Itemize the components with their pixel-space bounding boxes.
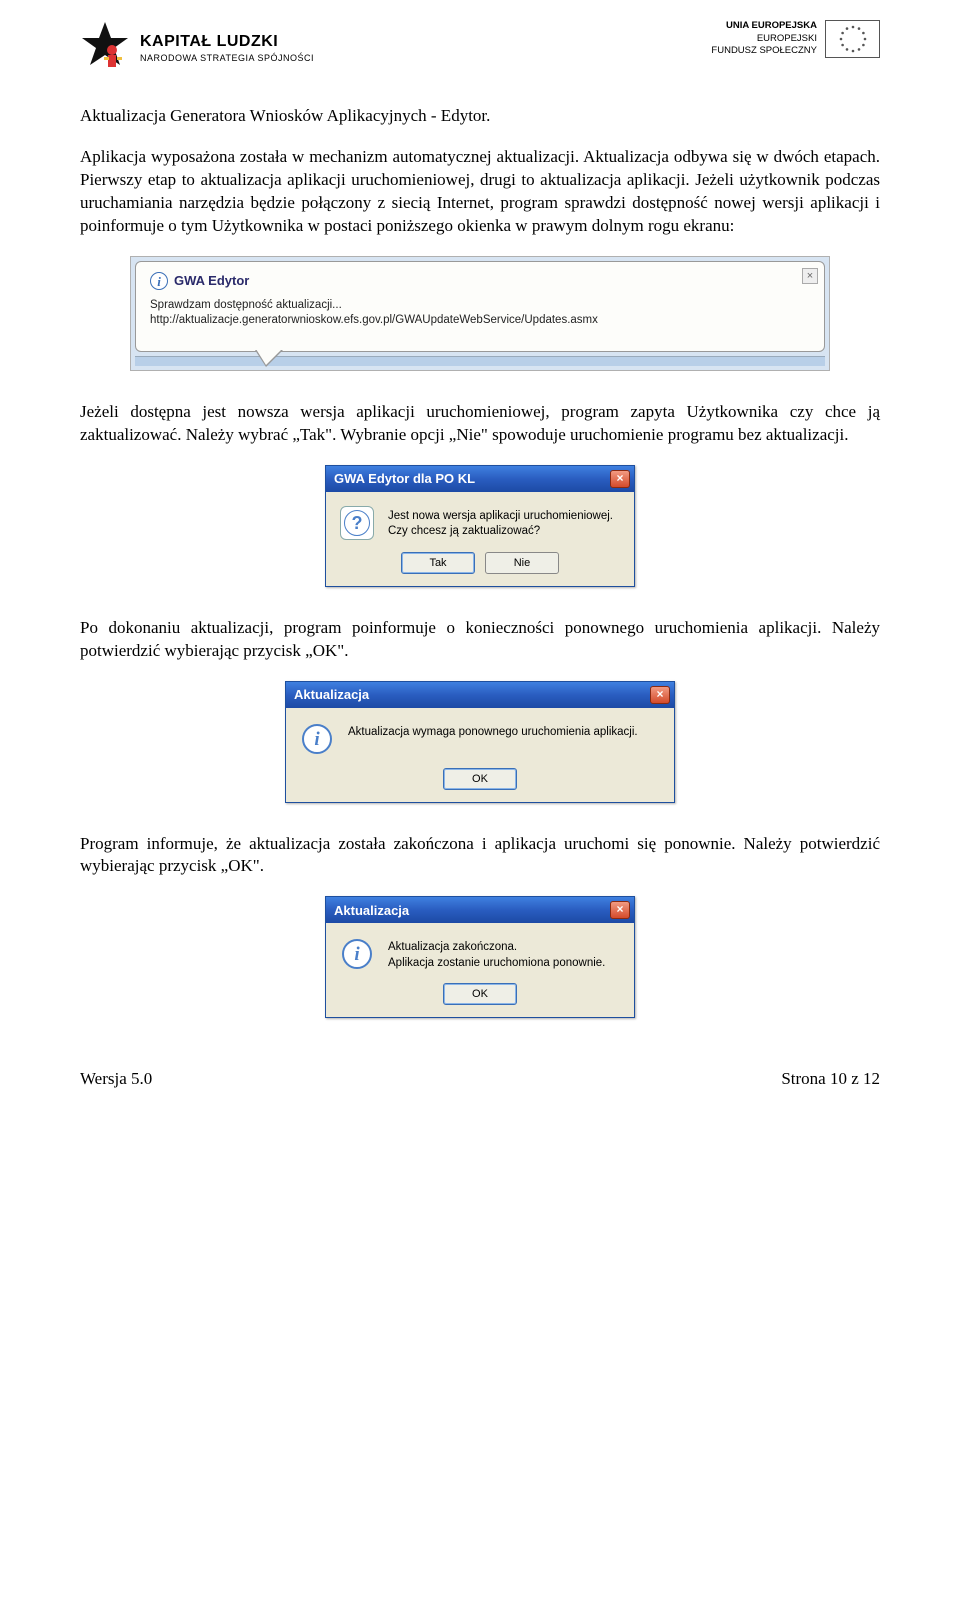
dialog-text: Aktualizacja wymaga ponownego uruchomien…	[348, 722, 638, 741]
eu-line1: UNIA EUROPEJSKA	[711, 20, 817, 32]
update-complete-dialog: Aktualizacja × i Aktualizacja zakończona…	[325, 896, 635, 1018]
notification-body: Sprawdzam dostępność aktualizacji... htt…	[150, 298, 810, 329]
dialog-title: Aktualizacja	[294, 686, 369, 704]
paragraph-1: Aplikacja wyposażona została w mechanizm…	[80, 146, 880, 238]
no-button[interactable]: Nie	[485, 552, 559, 574]
info-icon: i	[300, 722, 334, 756]
eu-line3: FUNDUSZ SPOŁECZNY	[711, 45, 817, 57]
logo-eu: UNIA EUROPEJSKA EUROPEJSKI FUNDUSZ SPOŁE…	[711, 20, 880, 58]
dialog-title: Aktualizacja	[334, 902, 409, 920]
ok-button[interactable]: OK	[443, 983, 517, 1005]
logo-left-title: KAPITAŁ LUDZKI	[140, 31, 314, 53]
close-icon[interactable]: ×	[610, 470, 630, 488]
dialog-text: Jest nowa wersja aplikacji uruchomieniow…	[388, 506, 613, 540]
update-confirm-dialog: GWA Edytor dla PO KL × ? Jest nowa wersj…	[325, 465, 635, 587]
page-header: KAPITAŁ LUDZKI NARODOWA STRATEGIA SPÓJNO…	[80, 20, 880, 75]
page-footer: Wersja 5.0 Strona 10 z 12	[80, 1068, 880, 1091]
star-person-icon	[80, 20, 130, 75]
paragraph-4: Program informuje, że aktualizacja zosta…	[80, 833, 880, 879]
dialog-title: GWA Edytor dla PO KL	[334, 470, 475, 488]
info-icon: i	[340, 937, 374, 971]
footer-page: Strona 10 z 12	[781, 1068, 880, 1091]
paragraph-3: Po dokonaniu aktualizacji, program poinf…	[80, 617, 880, 663]
yes-button[interactable]: Tak	[401, 552, 475, 574]
ok-button[interactable]: OK	[443, 768, 517, 790]
close-icon[interactable]: ×	[802, 268, 818, 284]
close-icon[interactable]: ×	[610, 901, 630, 919]
eu-flag-icon	[825, 20, 880, 58]
logo-left-subtitle: NARODOWA STRATEGIA SPÓJNOŚCI	[140, 52, 314, 64]
update-check-notification: × i GWA Edytor Sprawdzam dostępność aktu…	[130, 256, 830, 371]
paragraph-2: Jeżeli dostępna jest nowsza wersja aplik…	[80, 401, 880, 447]
dialog-text: Aktualizacja zakończona. Aplikacja zosta…	[388, 937, 605, 971]
eu-line2: EUROPEJSKI	[711, 33, 817, 45]
info-icon: i	[150, 272, 168, 290]
question-icon: ?	[340, 506, 374, 540]
footer-version: Wersja 5.0	[80, 1068, 152, 1091]
section-title: Aktualizacja Generatora Wniosków Aplikac…	[80, 105, 880, 128]
logo-kapital-ludzki: KAPITAŁ LUDZKI NARODOWA STRATEGIA SPÓJNO…	[80, 20, 314, 75]
close-icon[interactable]: ×	[650, 686, 670, 704]
restart-required-dialog: Aktualizacja × i Aktualizacja wymaga pon…	[285, 681, 675, 803]
notification-title: GWA Edytor	[174, 272, 249, 290]
